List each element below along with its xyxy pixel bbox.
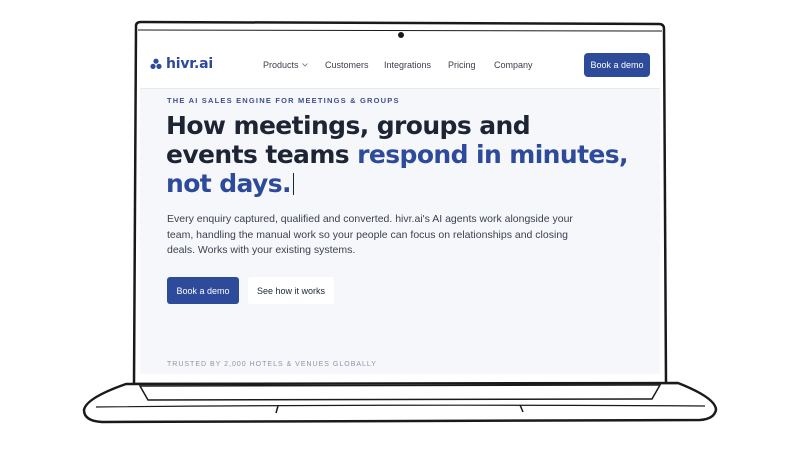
webcam-icon (398, 32, 404, 38)
hero-headline: How meetings, groups and events teams re… (166, 111, 636, 198)
logo[interactable]: hivr.ai (150, 56, 213, 72)
headline-line-2-accent: respond in minutes, (357, 140, 628, 169)
header-book-demo-button[interactable]: Book a demo (584, 53, 650, 77)
text-caret (292, 173, 294, 195)
site-header: hivr.ai Products Customers Integrations … (140, 44, 660, 88)
trusted-by-text: TRUSTED BY 2,000 HOTELS & VENUES GLOBALL… (167, 361, 377, 368)
headline-line-3-accent: not days. (166, 169, 292, 198)
three-dots-logo-icon (150, 58, 162, 69)
logo-text: hivr.ai (166, 56, 213, 72)
see-how-it-works-button[interactable]: See how it works (248, 277, 334, 304)
nav-item-pricing[interactable]: Pricing (448, 60, 494, 70)
nav-label-company: Company (494, 60, 533, 70)
nav-item-products[interactable]: Products (263, 60, 325, 70)
hero-subtext: Every enquiry captured, qualified and co… (167, 213, 573, 256)
hero-eyebrow: THE AI SALES ENGINE FOR MEETINGS & GROUP… (167, 96, 400, 105)
hero-section: THE AI SALES ENGINE FOR MEETINGS & GROUP… (140, 88, 660, 374)
nav-item-customers[interactable]: Customers (325, 60, 384, 70)
headline-line-2-plain: events teams (166, 140, 358, 169)
nav-label-integrations: Integrations (384, 60, 432, 70)
hero-book-demo-button[interactable]: Book a demo (167, 277, 239, 304)
nav-item-integrations[interactable]: Integrations (384, 60, 448, 70)
laptop-screen: hivr.ai Products Customers Integrations … (140, 44, 660, 374)
main-nav: Products Customers Integrations Pricing … (263, 60, 544, 70)
nav-label-customers: Customers (325, 60, 369, 70)
nav-label-pricing: Pricing (448, 60, 476, 70)
nav-item-company[interactable]: Company (494, 60, 544, 70)
nav-label-products: Products (263, 60, 299, 70)
headline-line-1: How meetings, groups and (166, 111, 531, 140)
chevron-down-icon (301, 63, 308, 67)
laptop-base (82, 381, 718, 424)
